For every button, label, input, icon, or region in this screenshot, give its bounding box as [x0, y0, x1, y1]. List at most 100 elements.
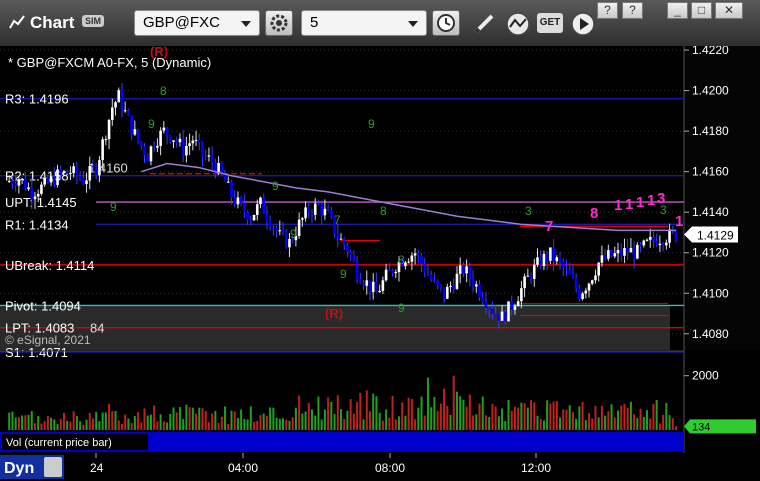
volume-bar [610, 404, 613, 430]
get-button[interactable]: GET [537, 13, 563, 33]
volume-bar [623, 403, 626, 430]
candle-body [600, 255, 604, 263]
volume-bar [143, 408, 146, 430]
interval-select[interactable]: 5 [301, 10, 427, 36]
close-button[interactable]: ✕ [715, 2, 743, 19]
volume-bar [359, 392, 362, 430]
td-count-label: 9 [290, 227, 297, 241]
volume-bar [188, 407, 191, 430]
candle-body [275, 228, 278, 232]
volume-bar [584, 420, 587, 430]
candle-body [40, 184, 43, 194]
help-extra-button[interactable]: ? [622, 2, 643, 19]
td-count-label: 9 [272, 179, 279, 193]
volume-bar [50, 417, 53, 430]
candle-body [507, 301, 510, 322]
candle-body [597, 262, 600, 276]
volume-bar [233, 411, 236, 430]
y-tick-label: 1.4200 [692, 84, 729, 98]
volume-bar [510, 410, 513, 430]
x-tick-label: 04:00 [228, 461, 258, 475]
maximize-button[interactable]: □ [691, 2, 712, 19]
volume-bar [262, 413, 265, 430]
chart-area[interactable]: R3: 1.4196 R2: 1.4158 1.4160 UPT: 1.4145 R1:… [0, 46, 760, 481]
volume-bar [159, 414, 162, 430]
volume-bar [243, 418, 246, 430]
volume-bar [407, 397, 410, 430]
td-count-label: 3 [525, 204, 532, 218]
settings-button[interactable] [265, 10, 293, 36]
level-label: S1: 1.4071 [5, 345, 68, 360]
candle-body [94, 166, 98, 176]
volume-bar [91, 418, 94, 430]
candle-body [320, 204, 323, 216]
get-icon: GET [539, 17, 561, 28]
volume-bar [658, 423, 661, 430]
volume-bar [298, 395, 301, 430]
help-button[interactable]: ? [597, 2, 618, 19]
volume-bar [330, 401, 333, 430]
candle-body [139, 141, 143, 147]
volume-bar [11, 411, 14, 430]
volume-bar [629, 401, 632, 430]
volume-bar [278, 418, 281, 430]
volume-bar [214, 410, 217, 430]
candle-body [388, 269, 391, 271]
candle-body [542, 253, 546, 267]
candle-body [88, 166, 92, 181]
volume-bar [571, 412, 574, 430]
volume-bar [520, 402, 523, 430]
candle-body [259, 197, 262, 205]
volume-bar [336, 395, 339, 430]
candle-body [636, 244, 639, 259]
candle-body [310, 212, 314, 215]
candle-body [98, 160, 101, 176]
candle-body [607, 250, 610, 259]
td-count-label: 8 [380, 204, 387, 218]
time-button[interactable] [432, 10, 460, 36]
candle-body [619, 250, 623, 256]
volume-bar [513, 406, 516, 430]
volume-bar [88, 412, 91, 430]
volume-bar [46, 415, 49, 430]
candle-body [642, 240, 646, 246]
volume-bar [449, 414, 452, 430]
candle-body [339, 238, 343, 240]
chevron-down-icon [241, 21, 251, 27]
volume-bar [191, 407, 194, 430]
chart-window: { "window": { "title": "Chart", "badge":… [0, 0, 760, 481]
app-title: Chart [30, 13, 75, 32]
volume-bar [533, 402, 536, 430]
volume-bar [352, 413, 355, 430]
line-study-icon[interactable] [505, 11, 531, 37]
candle-body [603, 255, 607, 259]
candle-body [520, 288, 523, 302]
minimize-button[interactable]: _ [667, 2, 688, 19]
volume-bar [182, 419, 185, 430]
volume-bar [423, 415, 426, 430]
candle-body [561, 261, 565, 268]
volume-bar [636, 418, 639, 430]
candle-body [342, 238, 346, 246]
candle-body [645, 239, 649, 241]
price-panel: R3: 1.4196 R2: 1.4158 1.4160 UPT: 1.4145 R1:… [0, 46, 760, 453]
pencil-icon[interactable] [472, 12, 498, 36]
volume-bar [526, 407, 529, 430]
level-label: R3: 1.4196 [5, 92, 69, 107]
candle-body [14, 183, 17, 186]
volume-bar [404, 415, 407, 430]
candle-body [255, 204, 259, 215]
volume-bar [166, 422, 169, 430]
candle-body [391, 270, 394, 274]
candle-body [449, 285, 452, 287]
play-icon[interactable] [570, 11, 596, 37]
volume-bar [452, 375, 455, 430]
candle-body [17, 179, 21, 186]
symbol-select[interactable]: GBP@FXC [134, 10, 260, 36]
volume-bar [178, 407, 181, 430]
candle-body [168, 135, 172, 142]
td-setup-label: 7 [545, 218, 553, 235]
volume-bar [82, 424, 85, 430]
volume-bar [169, 414, 172, 430]
volume-bar [198, 407, 201, 430]
